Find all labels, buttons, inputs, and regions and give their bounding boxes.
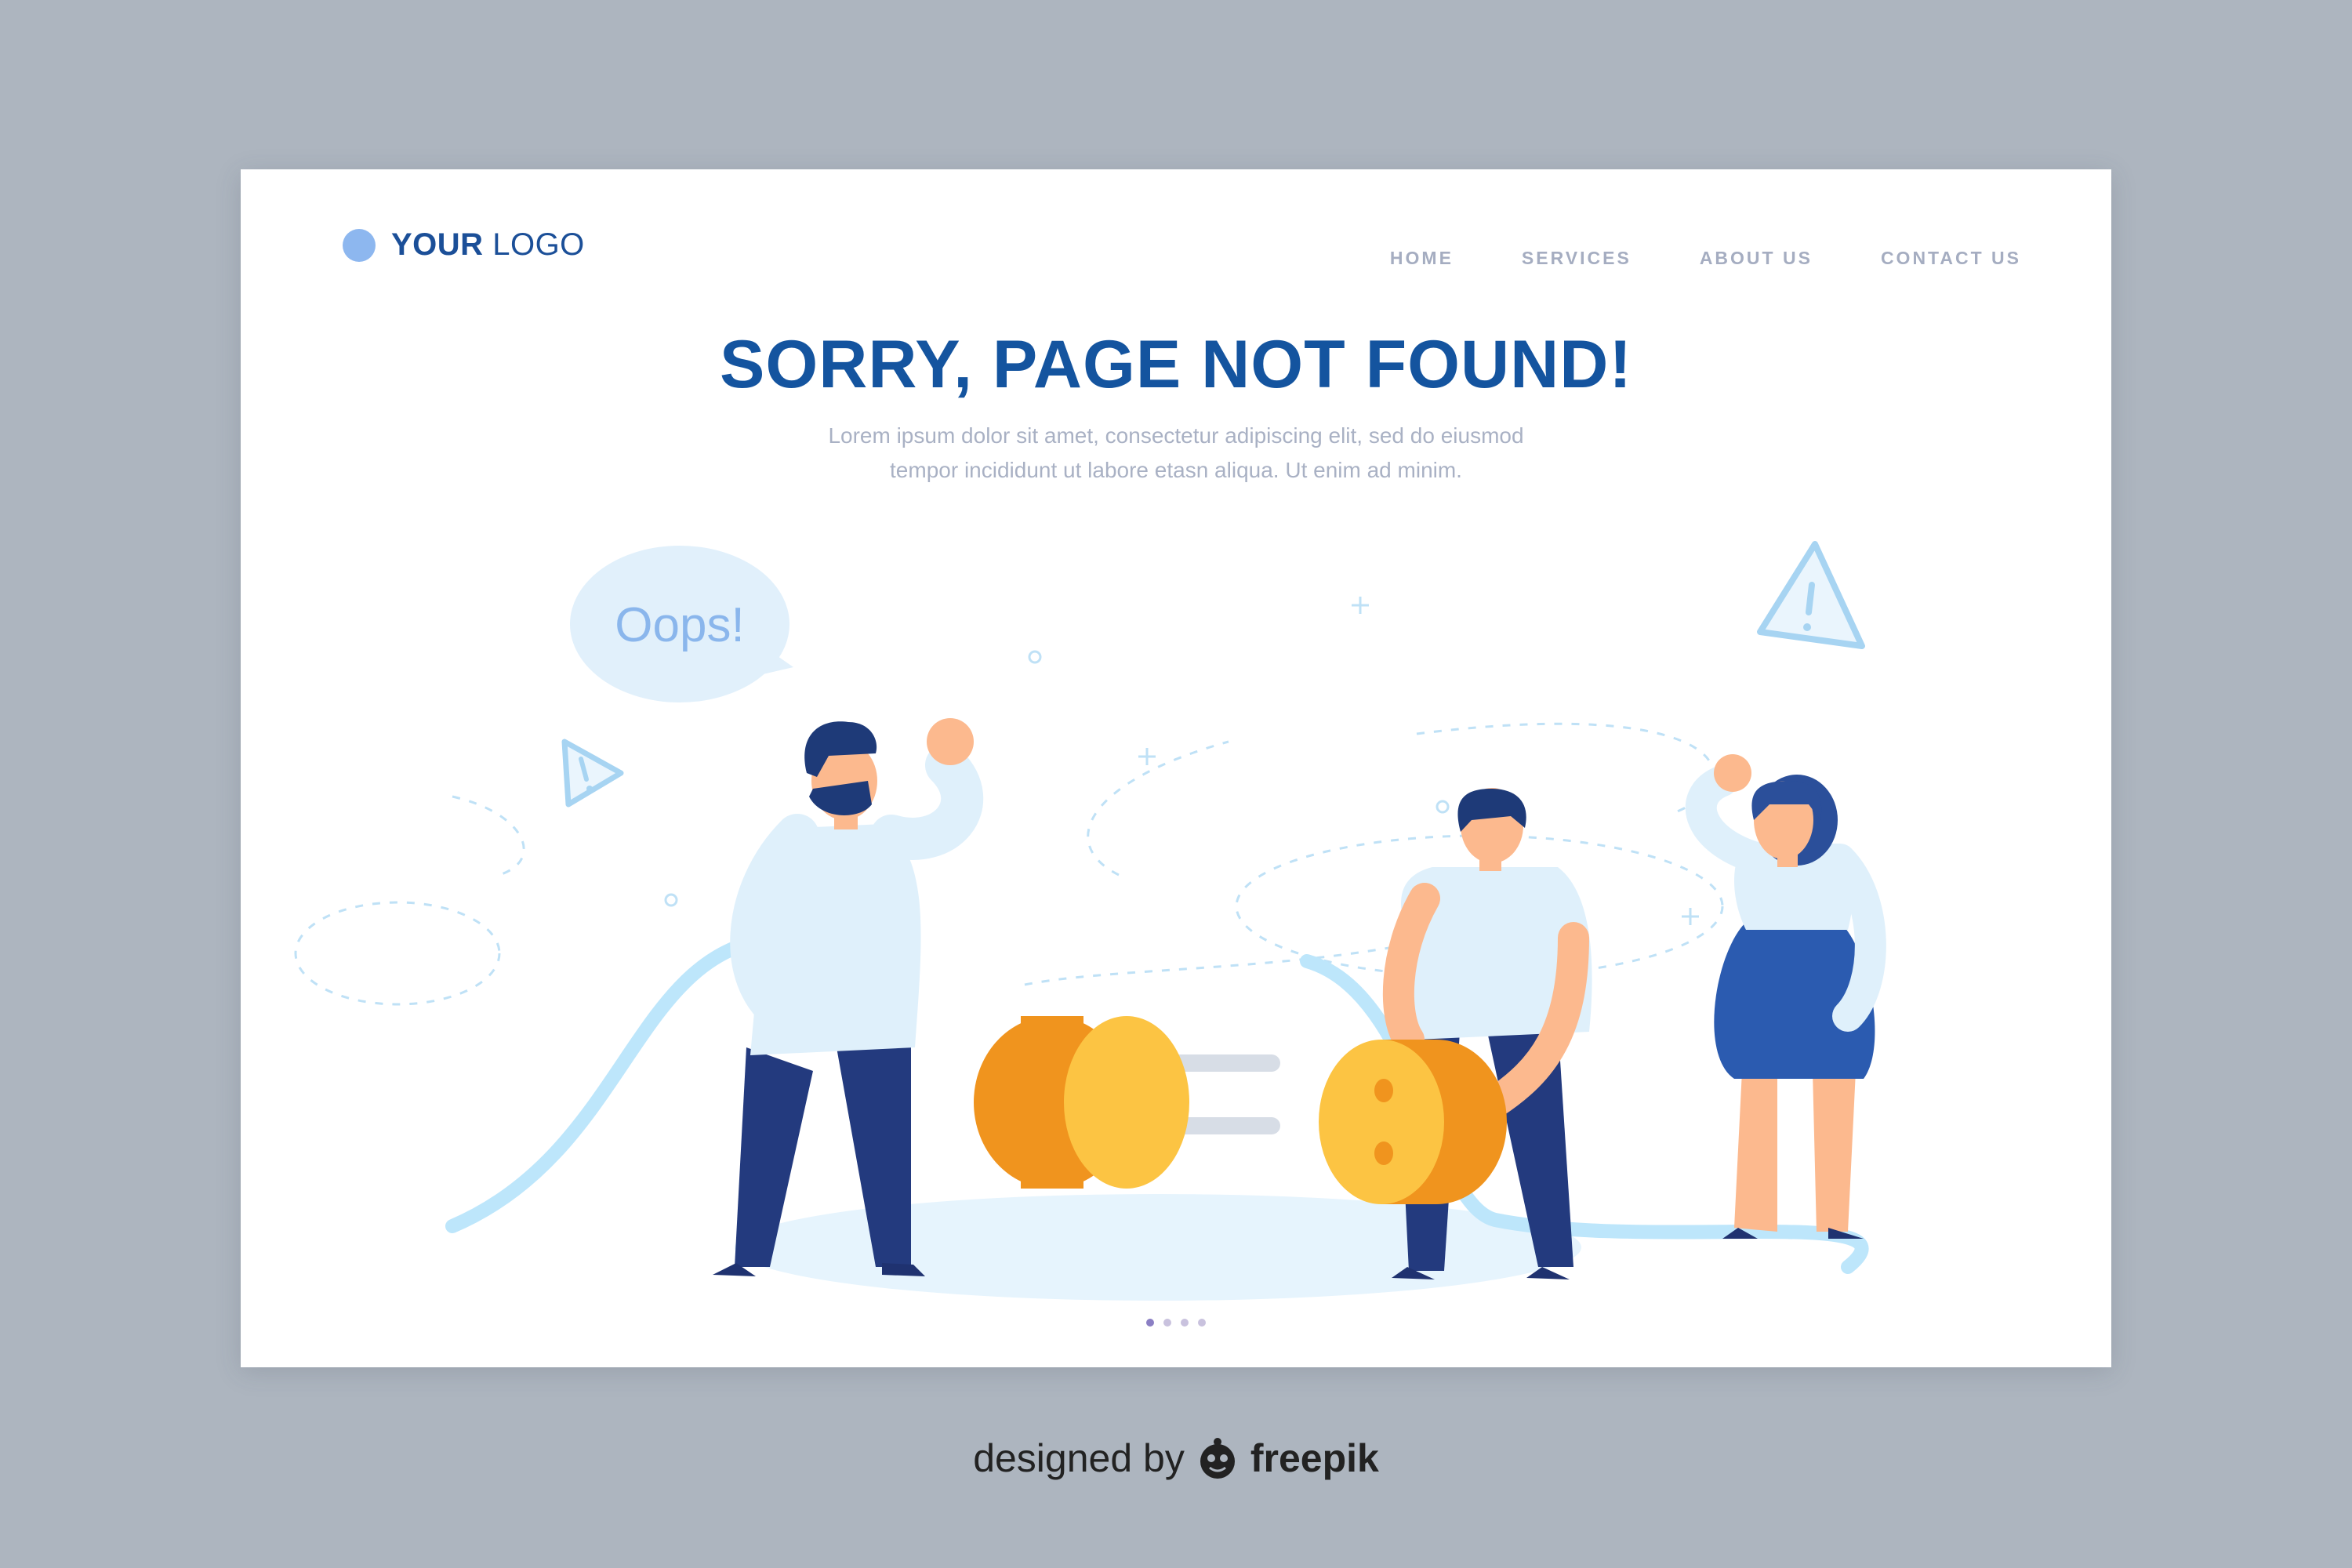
landing-page-card: YOUR LOGO HOME SERVICES ABOUT US CONTACT… xyxy=(241,169,2111,1367)
attribution: designed by freepik xyxy=(0,1435,2352,1482)
pagination-dot[interactable] xyxy=(1198,1319,1206,1327)
warning-icon xyxy=(561,739,624,808)
pagination-dot[interactable] xyxy=(1181,1319,1189,1327)
woman-confused xyxy=(1685,754,1886,1239)
warning-icon xyxy=(1757,541,1865,649)
plug-icon xyxy=(974,1016,1280,1189)
floor-shadow xyxy=(735,1194,1581,1301)
socket-icon xyxy=(1319,1040,1507,1204)
freepik-logo-icon xyxy=(1200,1438,1235,1479)
speech-bubble: Oops! xyxy=(570,546,793,702)
slider-pagination xyxy=(241,1319,2111,1327)
freepik-brand: freepik xyxy=(1250,1436,1379,1480)
error-illustration: Oops! xyxy=(294,541,1886,1301)
man-with-socket xyxy=(1382,788,1592,1279)
man-with-plug xyxy=(713,718,984,1276)
attribution-text: designed by xyxy=(973,1436,1185,1480)
pagination-dot[interactable] xyxy=(1163,1319,1171,1327)
pagination-dot[interactable] xyxy=(1146,1319,1154,1327)
speech-bubble-text: Oops! xyxy=(615,598,744,652)
